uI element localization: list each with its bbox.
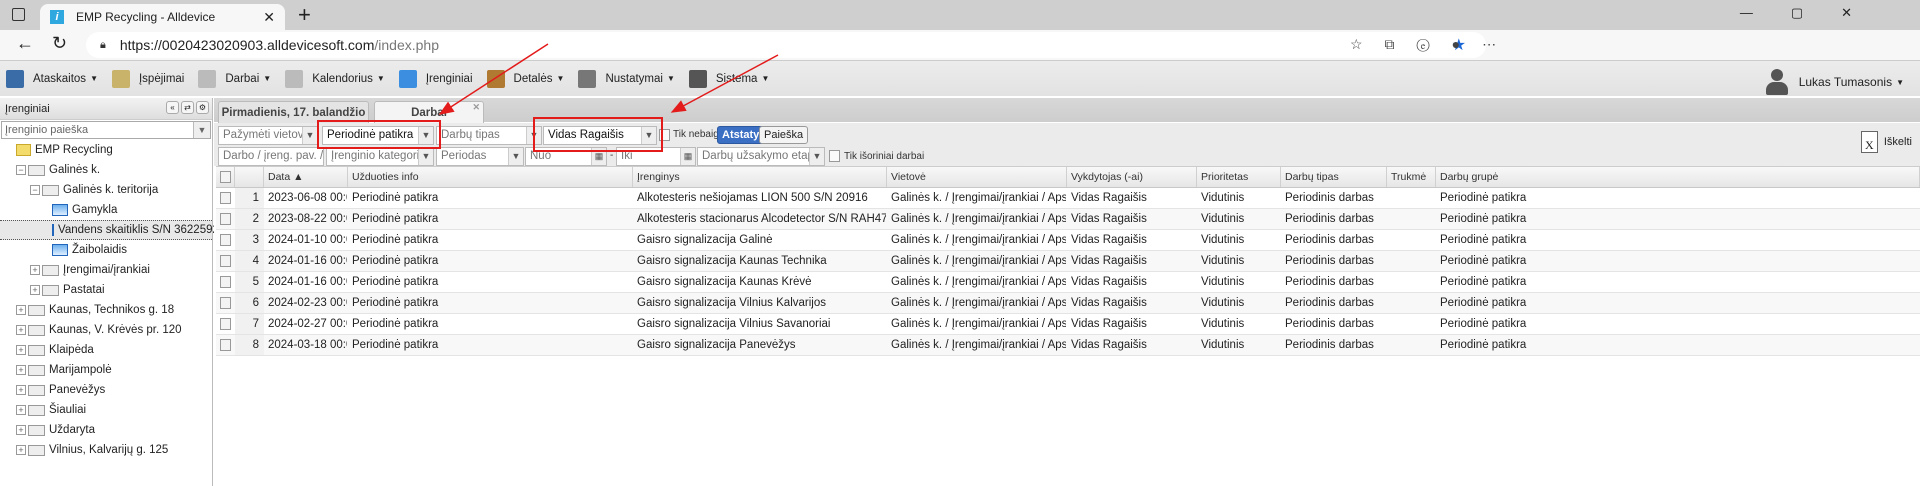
annotation-arrows [438, 43, 779, 115]
annotation-arrow [438, 43, 549, 115]
annotation-arrow [670, 54, 779, 113]
